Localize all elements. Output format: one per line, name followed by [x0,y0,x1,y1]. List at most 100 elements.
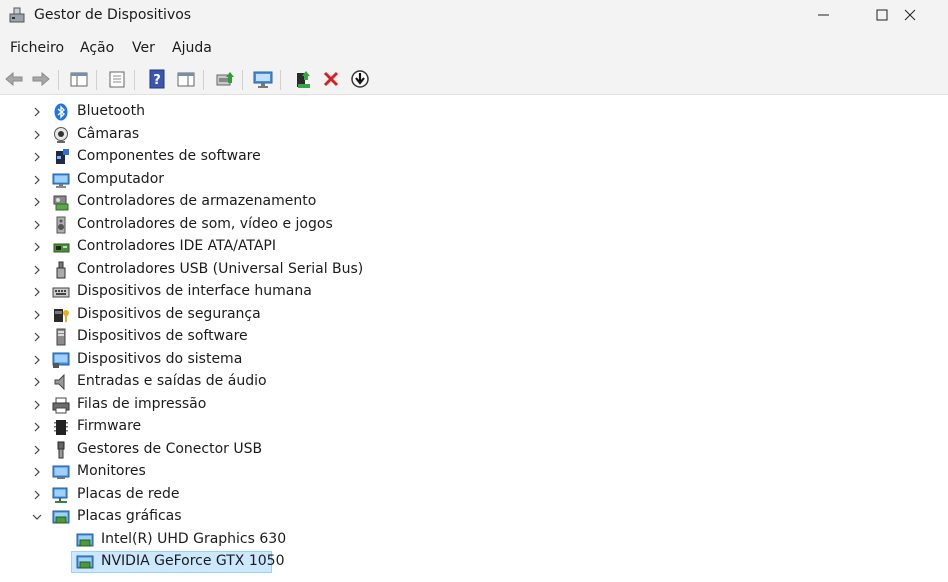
chevron-right-icon[interactable] [31,466,43,478]
display-adapter-icon [52,510,70,524]
chevron-right-icon[interactable] [31,129,43,141]
system-device-icon [52,352,70,368]
scan-hardware-icon [253,71,273,88]
chevron-right-icon[interactable] [31,444,43,456]
tree-category-bluetooth[interactable]: Bluetooth [0,101,948,124]
device-manager-icon [9,7,25,23]
properties-icon [109,71,125,88]
tree-category-computer[interactable]: Computador [0,169,948,192]
tree-category-display-adapter[interactable]: Placas gráficas [0,506,948,529]
tree-category-label: Dispositivos de software [77,328,248,344]
close-button[interactable] [890,0,948,32]
tree-category-camera[interactable]: Câmaras [0,124,948,147]
tree-category-audio-io[interactable]: Entradas e saídas de áudio [0,371,948,394]
tree-category-printer[interactable]: Filas de impressão [0,394,948,417]
ide-controller-icon [53,243,70,253]
help-button[interactable]: ? [145,67,169,91]
firmware-chip-icon [54,420,68,435]
help-icon: ? [149,69,165,89]
tree-category-ide-controller[interactable]: Controladores IDE ATA/ATAPI [0,236,948,259]
toolbar-separator [242,70,243,90]
tree-category-label: Controladores de som, vídeo e jogos [77,215,333,232]
chevron-right-icon[interactable] [31,399,43,411]
toolbar-separator [203,70,204,90]
forward-arrow-icon [32,71,50,87]
svg-text:?: ? [153,73,161,88]
chevron-right-icon[interactable] [31,241,43,253]
bluetooth-icon [54,103,68,121]
close-icon [904,9,916,21]
chevron-right-icon[interactable] [31,376,43,388]
tree-device-item[interactable]: NVIDIA GeForce GTX 1050 [0,551,948,574]
usb-connector-icon [57,441,65,458]
audio-io-icon [54,373,65,391]
add-driver-button[interactable] [291,67,315,91]
action-pane-button[interactable] [174,67,198,91]
camera-icon [54,126,68,143]
tree-category-label: Controladores IDE ATA/ATAPI [77,238,277,254]
properties-button[interactable] [105,67,129,91]
tree-category-usb[interactable]: Controladores USB (Universal Serial Bus) [0,259,948,282]
chevron-right-icon[interactable] [31,286,43,298]
menu-ajuda[interactable]: Ajuda [172,40,212,56]
toolbar-separator [96,70,97,90]
tree-category-software-component[interactable]: Componentes de software [0,146,948,169]
chevron-right-icon[interactable] [31,196,43,208]
toolbar: ? [0,64,948,95]
back-button[interactable] [2,67,26,91]
device-tree[interactable]: Bluetooth Câmaras Componentes de software C… [0,101,948,582]
tree-category-software-device[interactable]: Dispositivos de software [0,326,948,349]
chevron-right-icon[interactable] [31,219,43,231]
tree-category-storage-controller[interactable]: Controladores de armazenamento [0,191,948,214]
forward-button[interactable] [29,67,53,91]
software-component-icon [56,149,69,164]
tree-device-item[interactable]: Intel(R) UHD Graphics 630 [0,529,948,552]
tree-category-monitor[interactable]: Monitores [0,461,948,484]
chevron-down-icon[interactable] [31,511,43,523]
chevron-right-icon[interactable] [31,151,43,163]
show-hide-console-tree-button[interactable] [67,67,91,91]
tree-category-label: Dispositivos do sistema [77,350,243,367]
chevron-right-icon[interactable] [31,489,43,501]
back-arrow-icon [5,71,23,87]
tree-category-network-adapter[interactable]: Placas de rede [0,484,948,507]
toolbar-separator [58,70,59,90]
tree-category-label: Monitores [77,463,146,479]
tree-category-firmware-chip[interactable]: Firmware [0,416,948,439]
tree-category-speaker[interactable]: Controladores de som, vídeo e jogos [0,214,948,237]
usb-icon [56,261,66,278]
monitor-icon [52,465,70,479]
chevron-right-icon[interactable] [31,174,43,186]
tree-category-label: Dispositivos de segurança [77,305,261,322]
tree-category-hid-keyboard[interactable]: Dispositivos de interface humana [0,281,948,304]
red-x-icon [323,71,339,87]
chevron-right-icon[interactable] [31,421,43,433]
chevron-right-icon[interactable] [31,331,43,343]
chevron-right-icon[interactable] [31,264,43,276]
tree-category-security-device[interactable]: Dispositivos de segurança [0,304,948,327]
tree-category-system-device[interactable]: Dispositivos do sistema [0,349,948,372]
tree-category-label: Gestores de Conector USB [77,440,263,457]
menu-acao[interactable]: Ação [80,40,114,56]
window-title: Gestor de Dispositivos [34,7,192,23]
tree-category-label: Firmware [77,418,142,434]
chevron-right-icon[interactable] [31,354,43,366]
tree-category-label: Entradas e saídas de áudio [77,373,267,389]
storage-controller-icon [53,195,69,211]
minimize-button[interactable] [796,0,854,32]
chevron-right-icon[interactable] [31,106,43,118]
update-driver-button[interactable] [213,67,237,91]
tree-category-usb-connector[interactable]: Gestores de Conector USB [0,439,948,462]
tree-category-label: Controladores USB (Universal Serial Bus) [77,260,364,277]
scan-for-hardware-changes-button[interactable] [251,67,275,91]
display-adapter-icon [76,555,94,569]
tree-category-label: Computador [77,170,165,187]
tree-category-label: Câmaras [77,125,140,142]
disable-device-button[interactable] [348,67,372,91]
update-driver-icon [216,72,234,86]
uninstall-device-button[interactable] [319,67,343,91]
tree-device-label: Intel(R) UHD Graphics 630 [101,530,287,547]
chevron-right-icon[interactable] [31,309,43,321]
menu-ver[interactable]: Ver [132,40,155,56]
menu-ficheiro[interactable]: Ficheiro [10,40,64,56]
